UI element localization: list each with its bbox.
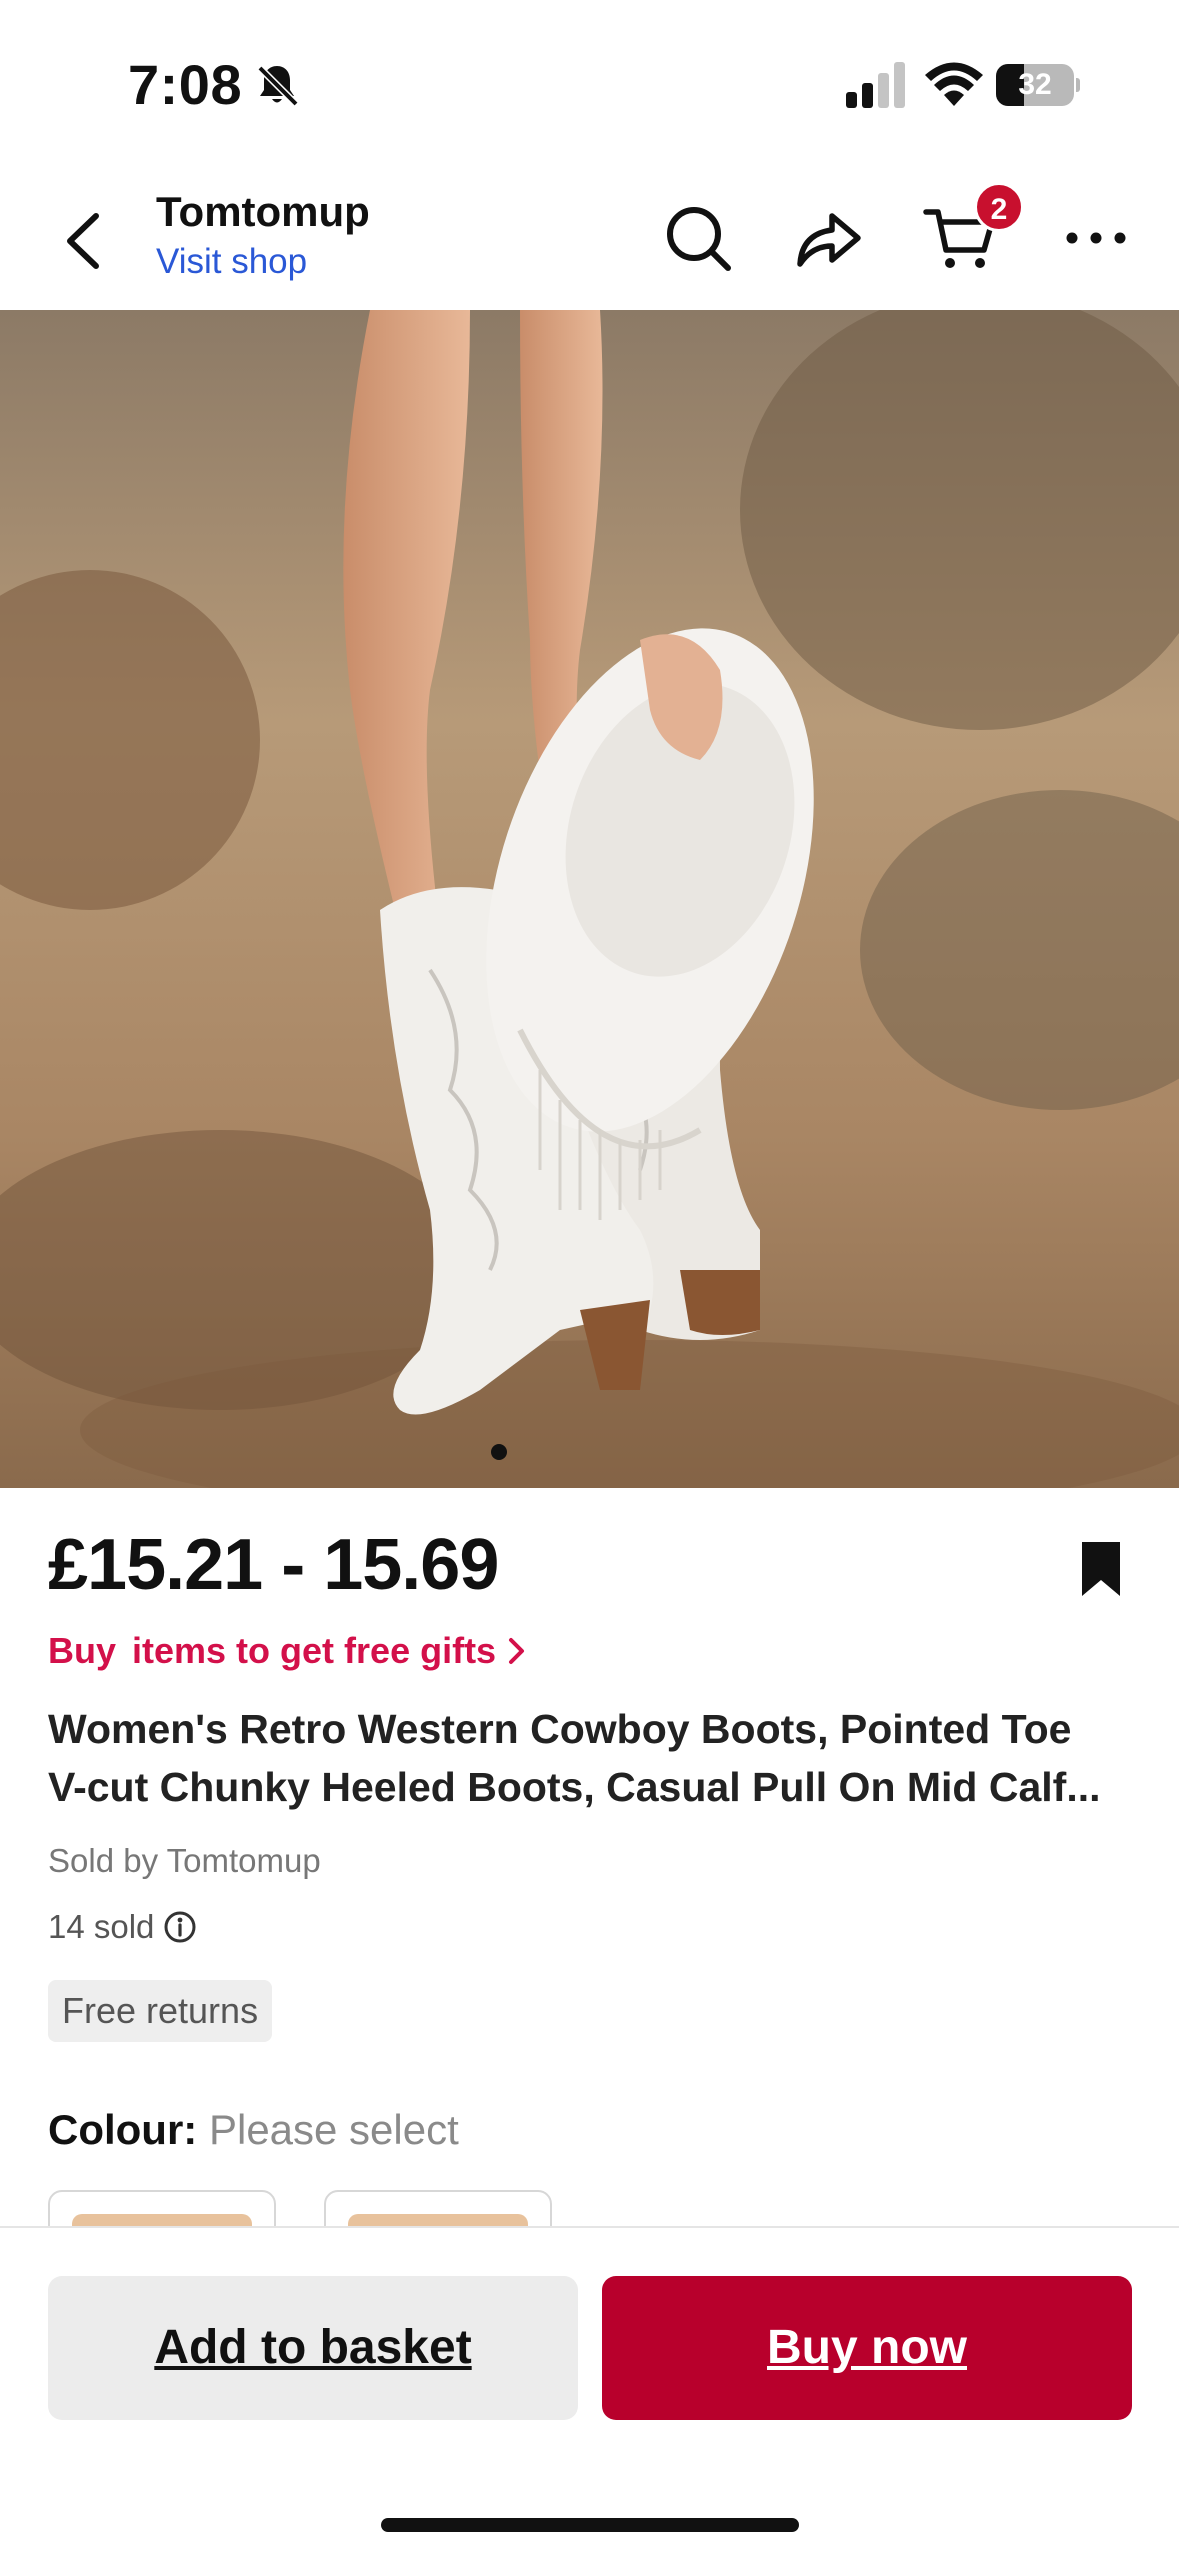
- sold-count: 14 sold: [48, 1908, 198, 1946]
- battery-level: 32: [1018, 68, 1052, 101]
- battery-icon: 32: [996, 64, 1080, 106]
- bottom-action-bar: Add to basket Buy now: [0, 2226, 1179, 2556]
- colour-label: Colour:: [48, 2106, 198, 2153]
- shop-header: Tomtomup Visit shop 2: [0, 170, 1179, 310]
- cellular-signal-icon: [846, 62, 905, 108]
- shop-name[interactable]: Tomtomup: [156, 188, 370, 236]
- visit-shop-link[interactable]: Visit shop: [156, 242, 307, 282]
- home-indicator: [381, 2518, 799, 2532]
- bell-muted-icon: [257, 65, 299, 107]
- gallery-pagination[interactable]: [0, 1442, 1179, 1462]
- colour-value: Please select: [208, 2106, 459, 2153]
- free-returns-badge: Free returns: [48, 1980, 273, 2042]
- back-chevron-icon[interactable]: [56, 208, 116, 274]
- share-arrow-icon[interactable]: [790, 200, 866, 276]
- buy-now-button[interactable]: Buy now: [602, 2276, 1132, 2420]
- gift-text: items to get free gifts: [132, 1630, 497, 1671]
- sold-count-text: 14 sold: [48, 1908, 155, 1945]
- product-title[interactable]: Women's Retro Western Cowboy Boots, Poin…: [48, 1700, 1138, 1816]
- colour-selector: Colour: Please select: [48, 2106, 459, 2154]
- gift-prefix: Buy: [48, 1630, 117, 1671]
- product-image[interactable]: [0, 310, 1179, 1488]
- wifi-icon: [925, 62, 983, 106]
- add-to-basket-button[interactable]: Add to basket: [48, 2276, 578, 2420]
- more-dots-icon[interactable]: [1060, 200, 1136, 276]
- status-bar: 7:08 32: [0, 0, 1179, 170]
- status-time: 7:08: [128, 53, 243, 116]
- chevron-right-icon: [509, 1638, 525, 1664]
- product-title-line-1: Women's Retro Western Cowboy Boots, Poin…: [48, 1706, 1072, 1752]
- free-gifts-promo[interactable]: Buy items to get free gifts: [48, 1630, 528, 1672]
- sold-by-label[interactable]: Sold by Tomtomup: [48, 1842, 321, 1880]
- product-title-line-2: V-cut Chunky Heeled Boots, Casual Pull O…: [48, 1764, 1101, 1810]
- search-icon[interactable]: [660, 200, 736, 276]
- info-icon[interactable]: [162, 1909, 198, 1945]
- bookmark-icon[interactable]: [1078, 1540, 1124, 1598]
- cart-count-badge: 2: [974, 182, 1024, 232]
- product-price: £15.21 - 15.69: [48, 1525, 499, 1605]
